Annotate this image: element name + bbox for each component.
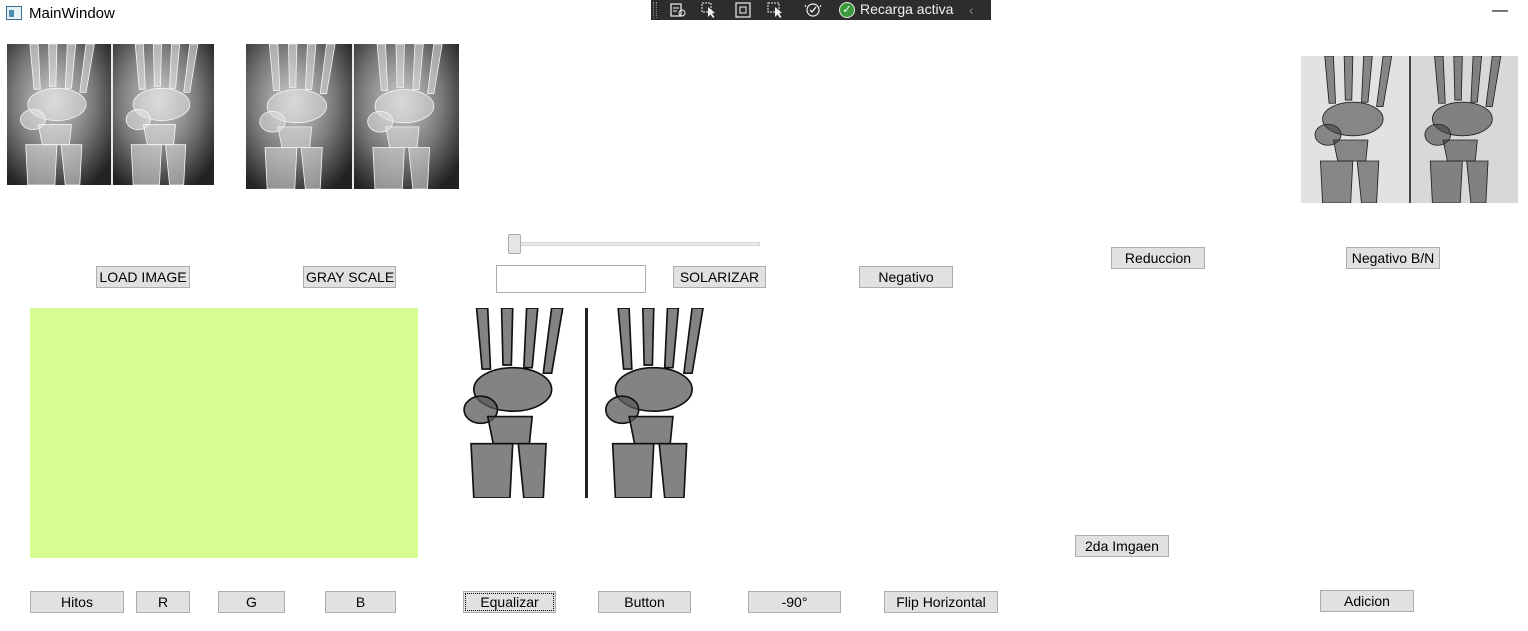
minimize-button[interactable]: — bbox=[1488, 2, 1512, 22]
slider-thumb[interactable] bbox=[508, 234, 521, 254]
slider-track[interactable] bbox=[508, 242, 760, 246]
hitos-button[interactable]: Hitos bbox=[30, 591, 124, 613]
negativo-bn-button[interactable]: Negativo B/N bbox=[1346, 247, 1440, 269]
reduccion-button[interactable]: Reduccion bbox=[1111, 247, 1205, 269]
b-channel-button[interactable]: B bbox=[325, 591, 396, 613]
window-title: MainWindow bbox=[29, 5, 115, 22]
solarize-slider[interactable] bbox=[508, 234, 762, 254]
display-layout-adorners-icon[interactable] bbox=[734, 2, 752, 18]
negative-bw-image bbox=[1301, 56, 1518, 203]
solarized-image bbox=[446, 308, 725, 498]
solarizar-button[interactable]: SOLARIZAR bbox=[673, 266, 766, 288]
hot-reload-settings-icon[interactable] bbox=[804, 2, 822, 18]
select-element-icon[interactable] bbox=[701, 2, 719, 18]
track-focus-icon[interactable] bbox=[767, 2, 785, 18]
rotate-minus-90-button[interactable]: -90° bbox=[748, 591, 841, 613]
solarize-value-input[interactable] bbox=[496, 265, 646, 293]
load-image-button[interactable]: LOAD IMAGE bbox=[96, 266, 190, 288]
hot-reload-status-label[interactable]: Recarga activa bbox=[860, 0, 953, 18]
gray-scale-button[interactable]: GRAY SCALE bbox=[303, 266, 396, 288]
segunda-imagen-button[interactable]: 2da Imgaen bbox=[1075, 535, 1169, 557]
negativo-button[interactable]: Negativo bbox=[859, 266, 953, 288]
histogram-canvas bbox=[30, 308, 418, 558]
generic-button[interactable]: Button bbox=[598, 591, 691, 613]
app-icon bbox=[6, 6, 22, 20]
equalizar-button[interactable]: Equalizar bbox=[463, 591, 556, 613]
reload-status-check-icon: ✓ bbox=[839, 2, 855, 18]
g-channel-button[interactable]: G bbox=[218, 591, 285, 613]
grayscale-image bbox=[246, 44, 459, 189]
toolbar-grip-icon[interactable] bbox=[653, 2, 657, 18]
original-image bbox=[7, 44, 214, 185]
r-channel-button[interactable]: R bbox=[136, 591, 190, 613]
hot-reload-toolbar: ✓ Recarga activa ‹ bbox=[651, 0, 991, 20]
live-visual-tree-icon[interactable] bbox=[669, 2, 687, 18]
adicion-button[interactable]: Adicion bbox=[1320, 590, 1414, 612]
flip-horizontal-button[interactable]: Flip Horizontal bbox=[884, 591, 998, 613]
collapse-toolbar-icon[interactable]: ‹ bbox=[969, 1, 974, 19]
